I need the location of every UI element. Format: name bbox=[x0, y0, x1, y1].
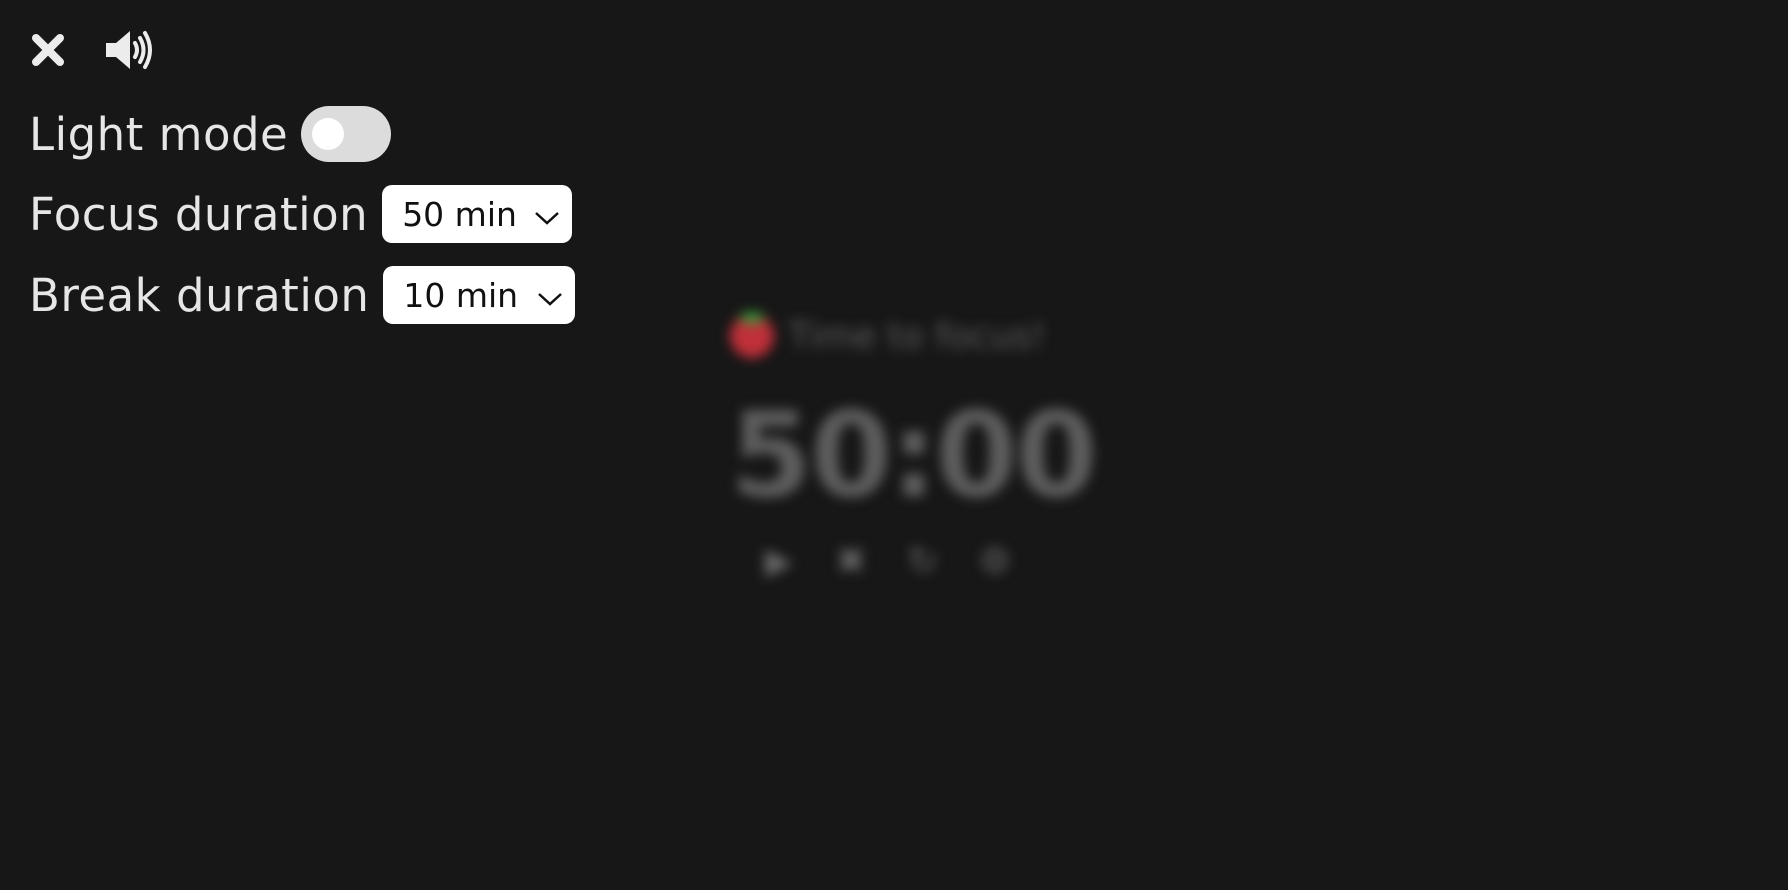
chevron-down-icon bbox=[534, 195, 560, 234]
close-icon[interactable] bbox=[29, 30, 67, 70]
focus-duration-value: 50 min bbox=[402, 194, 517, 234]
break-duration-label: Break duration bbox=[29, 268, 370, 322]
focus-duration-label: Focus duration bbox=[29, 187, 369, 241]
play-icon[interactable]: ▶ bbox=[758, 540, 800, 582]
timer-area: Time to focus! 50:00 ▶ ✖ ↻ ⚙ bbox=[700, 300, 1100, 620]
focus-duration-select[interactable]: 50 min bbox=[382, 185, 573, 243]
stop-icon[interactable]: ✖ bbox=[830, 540, 872, 582]
break-duration-value: 10 min bbox=[403, 275, 519, 315]
tomato-icon bbox=[730, 312, 774, 358]
pomodoro-app: Time to focus! 50:00 ▶ ✖ ↻ ⚙ Light mode … bbox=[0, 0, 1788, 890]
settings-icon[interactable]: ⚙ bbox=[974, 540, 1016, 582]
timer-countdown: 50:00 bbox=[730, 386, 1098, 524]
light-mode-toggle[interactable] bbox=[301, 106, 392, 162]
focus-duration-row: Focus duration 50 min bbox=[29, 184, 573, 244]
break-duration-select[interactable]: 10 min bbox=[383, 266, 576, 324]
settings-panel: Light mode Focus duration 50 min Break d… bbox=[29, 30, 576, 324]
timer-header: Time to focus! bbox=[730, 312, 1046, 358]
break-duration-row: Break duration 10 min bbox=[29, 265, 576, 325]
light-mode-row: Light mode bbox=[29, 104, 392, 164]
reset-icon[interactable]: ↻ bbox=[902, 540, 944, 582]
light-mode-label: Light mode bbox=[29, 107, 289, 161]
chevron-down-icon bbox=[537, 276, 563, 315]
timer-controls: ▶ ✖ ↻ ⚙ bbox=[758, 540, 1046, 582]
settings-icon-row bbox=[29, 30, 155, 70]
volume-icon[interactable] bbox=[103, 28, 155, 72]
toggle-knob bbox=[312, 118, 345, 150]
timer-status-label: Time to focus! bbox=[788, 315, 1046, 357]
